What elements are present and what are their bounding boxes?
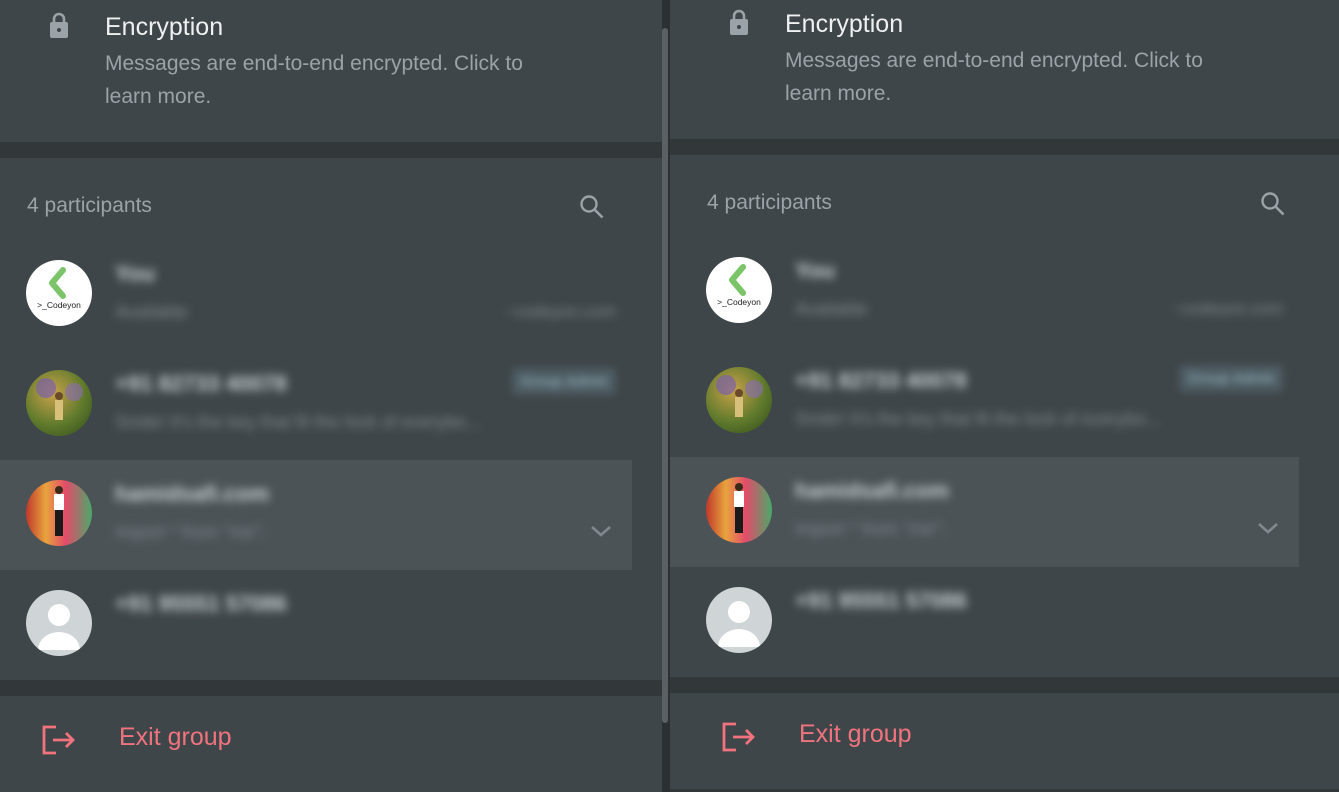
participant-row[interactable]: >_Codeyon You Available ~codeyon.com (680, 237, 1299, 347)
avatar (26, 370, 92, 436)
participant-status: Available (115, 302, 188, 322)
avatar (706, 587, 772, 653)
search-icon[interactable] (579, 194, 605, 220)
participant-meta: ~codeyon.com (1171, 299, 1283, 318)
participant-row[interactable]: +91 82733 40078 Smile! It's the key that… (680, 347, 1299, 457)
encryption-description: Messages are end-to-end encrypted. Click… (105, 52, 523, 108)
search-icon[interactable] (1260, 191, 1286, 217)
participant-meta: ~codeyon.com (504, 302, 616, 321)
encryption-title: Encryption (105, 13, 224, 41)
lock-icon (730, 9, 748, 35)
exit-icon (722, 722, 755, 752)
participant-status: Smile! It's the key that fit the lock of… (795, 409, 1161, 429)
chevron-down-icon[interactable] (588, 522, 614, 540)
default-user-icon (38, 604, 80, 650)
chevron-down-icon[interactable] (1255, 519, 1281, 537)
scrollbar[interactable] (662, 28, 668, 723)
photo-garden (716, 375, 763, 417)
exit-group-button[interactable]: Exit group (670, 693, 1339, 789)
admin-badge: Group Admin (1179, 365, 1283, 392)
participants-count: 4 participants (27, 194, 152, 217)
participant-row[interactable]: hamidsafi.com import * from "me"; (670, 457, 1299, 567)
photo-stage (54, 486, 64, 536)
participants-count: 4 participants (707, 191, 832, 214)
exit-group-label: Exit group (799, 720, 912, 748)
photo-garden (36, 378, 83, 420)
group-info-panel-right: Encryption Messages are end-to-end encry… (670, 0, 1339, 792)
encryption-title: Encryption (785, 10, 904, 38)
avatar (26, 590, 92, 656)
participant-row[interactable]: +91 95551 57086 (680, 567, 1299, 677)
participant-name: +91 82733 40078 (115, 371, 287, 396)
logo-text: >_Codeyon (717, 297, 761, 307)
participant-status: import * from "me"; (115, 522, 266, 542)
avatar (26, 480, 92, 546)
avatar: >_Codeyon (26, 260, 92, 326)
participant-row[interactable]: +91 95551 57086 (0, 570, 632, 680)
exit-icon (42, 725, 75, 755)
photo-stage (734, 483, 744, 533)
encryption-section[interactable]: Encryption Messages are end-to-end encry… (670, 0, 1339, 139)
participant-name: You (115, 261, 155, 286)
lock-icon (50, 12, 68, 38)
avatar (706, 477, 772, 543)
avatar (706, 367, 772, 433)
participant-name: hamidsafi.com (795, 478, 950, 503)
participant-status: import * from "me"; (795, 519, 946, 539)
admin-badge: Group Admin (512, 368, 616, 395)
participants-section: 4 participants >_Codeyon You Available ~… (670, 155, 1339, 677)
avatar: >_Codeyon (706, 257, 772, 323)
encryption-description: Messages are end-to-end encrypted. Click… (785, 49, 1203, 105)
default-user-icon (718, 601, 760, 647)
participant-name: +91 82733 40078 (795, 368, 967, 393)
participant-name: +91 95551 57086 (795, 588, 967, 613)
codeyon-logo-icon: >_Codeyon (706, 257, 772, 323)
screenshot-stage: Encryption Messages are end-to-end encry… (0, 0, 1339, 792)
participant-row[interactable]: >_Codeyon You Available ~codeyon.com (0, 240, 632, 350)
participant-row[interactable]: +91 82733 40078 Smile! It's the key that… (0, 350, 632, 460)
codeyon-logo-icon: >_Codeyon (26, 260, 92, 326)
participant-name: hamidsafi.com (115, 481, 270, 506)
participant-status: Available (795, 299, 868, 319)
logo-text: >_Codeyon (37, 300, 81, 310)
participants-section: 4 participants >_Codeyon You Available ~… (0, 158, 662, 680)
exit-group-button[interactable]: Exit group (0, 696, 662, 792)
participant-row[interactable]: hamidsafi.com import * from "me"; (0, 460, 632, 570)
participant-name: +91 95551 57086 (115, 591, 287, 616)
participant-name: You (795, 258, 835, 283)
participant-status: Smile! It's the key that fit the lock of… (115, 412, 481, 432)
exit-group-label: Exit group (119, 723, 232, 751)
encryption-section[interactable]: Encryption Messages are end-to-end encry… (0, 0, 662, 142)
group-info-panel-left: Encryption Messages are end-to-end encry… (0, 0, 662, 792)
